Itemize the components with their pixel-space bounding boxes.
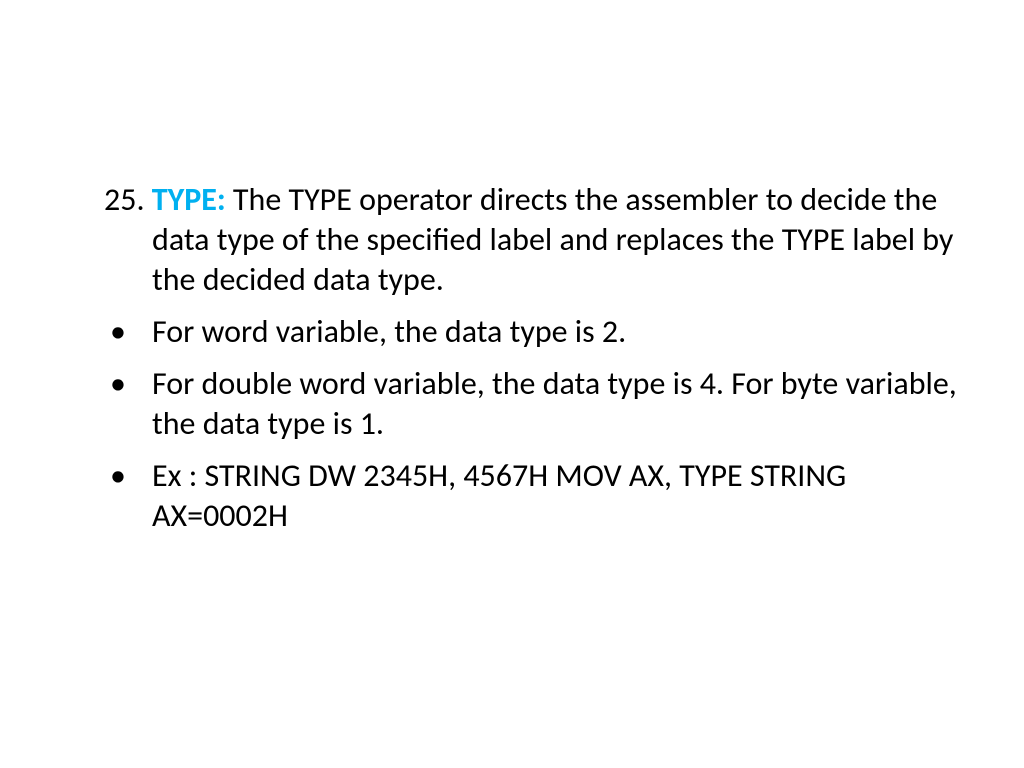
- bullet-text: For word variable, the data type is 2.: [152, 312, 626, 351]
- list-item: For word variable, the data type is 2.: [60, 312, 964, 352]
- definition-text: The TYPE operator directs the assembler …: [152, 180, 953, 299]
- slide-content: 25. TYPE: The TYPE operator directs the …: [60, 180, 964, 536]
- keyword-type: TYPE:: [152, 180, 226, 219]
- bullet-text: Ex : STRING DW 2345H, 4567H MOV AX, TYPE…: [152, 456, 846, 535]
- list-item: For double word variable, the data type …: [60, 364, 964, 444]
- main-definition: 25. TYPE: The TYPE operator directs the …: [60, 180, 964, 300]
- bullet-text: For double word variable, the data type …: [152, 364, 957, 443]
- list-item: Ex : STRING DW 2345H, 4567H MOV AX, TYPE…: [60, 456, 964, 536]
- item-number: 25.: [104, 180, 145, 219]
- bullet-list: For word variable, the data type is 2. F…: [60, 312, 964, 536]
